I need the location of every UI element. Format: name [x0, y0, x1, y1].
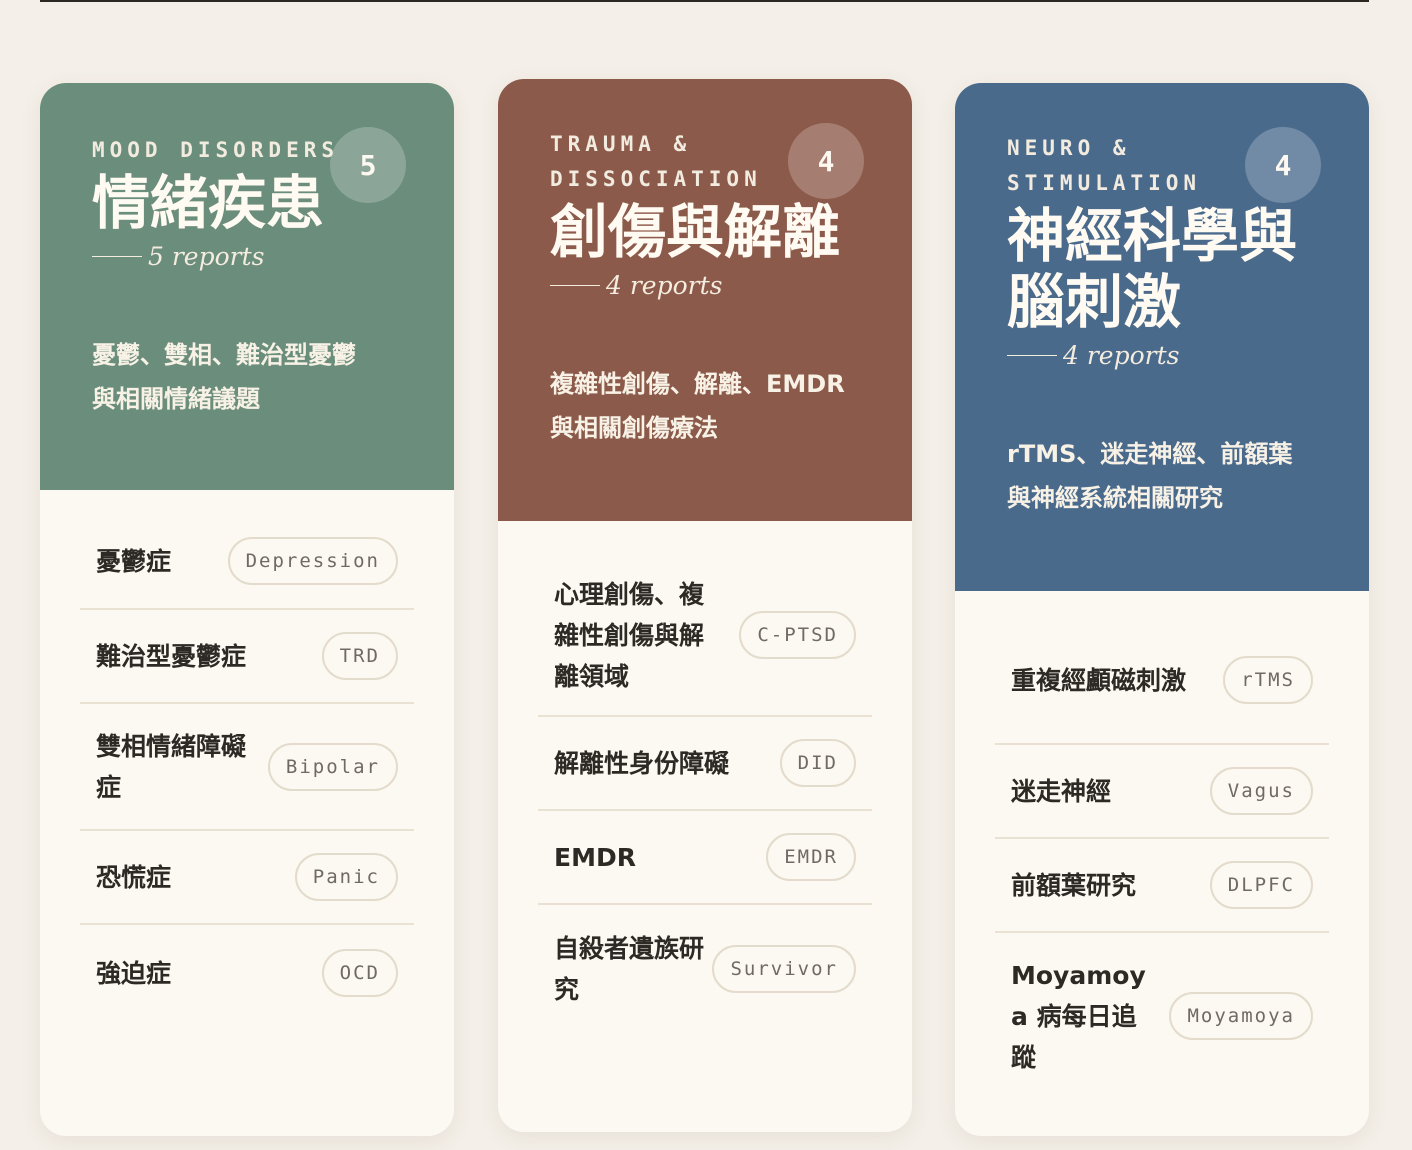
report-count-label: 4 reports — [550, 271, 860, 300]
topic-item-ocd[interactable]: 強迫症 OCD — [80, 925, 414, 1021]
topic-label: 解離性身份障礙 — [554, 748, 730, 778]
topic-label: 重複經顱磁刺激 — [1011, 665, 1187, 695]
topic-item-moyamoya[interactable]: Moyamoya 病每日追蹤 Moyamoya — [995, 933, 1329, 1099]
topic-item-vagus[interactable]: 迷走神經 Vagus — [995, 745, 1329, 839]
category-card-mood[interactable]: MOOD DISORDERS 5 情緒疾患 5 reports 憂鬱、雙相、難治… — [40, 83, 454, 1136]
topic-item-bipolar[interactable]: 雙相情緒障礙症 Bipolar — [80, 704, 414, 831]
card-description: 憂鬱、雙相、難治型憂鬱 與相關情緒議題 — [92, 341, 356, 413]
topic-tag[interactable]: Bipolar — [267, 742, 398, 791]
report-count-badge: 4 — [1245, 127, 1321, 203]
topic-item-panic[interactable]: 恐慌症 Panic — [80, 831, 414, 925]
topic-label: 自殺者遺族研究 — [554, 934, 705, 1004]
topic-tag[interactable]: DLPFC — [1209, 861, 1313, 909]
topic-item-rtms[interactable]: 重複經顱磁刺激 rTMS — [995, 617, 1329, 745]
topic-tag[interactable]: TRD — [321, 632, 398, 680]
topic-item-did[interactable]: 解離性身份障礙 DID — [538, 717, 872, 811]
topic-list: 憂鬱症 Depression 難治型憂鬱症 TRD 雙相情緒障礙症 Bipola… — [40, 490, 454, 1021]
topic-label: 雙相情緒障礙症 — [96, 731, 247, 802]
card-title: 創傷與解離 — [550, 198, 841, 266]
topic-item-depression[interactable]: 憂鬱症 Depression — [80, 514, 414, 610]
topic-item-cptsd[interactable]: 心理創傷、複雜性創傷與解離領域 C-PTSD — [538, 555, 872, 717]
topic-tag[interactable]: DID — [779, 739, 856, 787]
topic-list: 重複經顱磁刺激 rTMS 迷走神經 Vagus 前額葉研究 DLPFC Moya… — [955, 591, 1369, 1099]
topic-label: 迷走神經 — [1011, 776, 1112, 806]
topic-list: 心理創傷、複雜性創傷與解離領域 C-PTSD 解離性身份障礙 DID EMDR … — [498, 521, 912, 1033]
dash-line — [92, 255, 142, 258]
topic-tag[interactable]: Vagus — [1209, 767, 1313, 815]
card-header: MOOD DISORDERS 5 情緒疾患 5 reports 憂鬱、雙相、難治… — [40, 83, 454, 490]
card-description: rTMS、迷走神經、前額葉 與神經系統相關研究 — [1007, 440, 1293, 512]
topic-tag[interactable]: Depression — [227, 537, 398, 585]
topic-label: 難治型憂鬱症 — [96, 641, 247, 671]
topic-tag[interactable]: Panic — [294, 853, 398, 901]
topic-label: 心理創傷、複雜性創傷與解離領域 — [554, 579, 705, 691]
top-divider — [40, 0, 1369, 2]
topic-tag[interactable]: OCD — [321, 949, 398, 997]
report-count-badge: 5 — [330, 127, 406, 203]
card-title: 神經科學與腦刺激 — [1007, 202, 1298, 336]
topic-label: 恐慌症 — [96, 862, 172, 892]
topic-label: Moyamoya 病每日追蹤 — [1011, 960, 1146, 1072]
dash-line — [1007, 354, 1057, 357]
topic-tag[interactable]: C-PTSD — [739, 611, 856, 659]
topic-label: 強迫症 — [96, 958, 172, 988]
topic-tag[interactable]: Survivor — [712, 945, 856, 993]
card-eyebrow: NEURO & STIMULATION — [1007, 136, 1202, 195]
card-header: NEURO & STIMULATION 4 神經科學與腦刺激 4 reports… — [955, 83, 1369, 591]
topic-label: EMDR — [554, 842, 636, 872]
card-description: 複雜性創傷、解離、EMDR 與相關創傷療法 — [550, 370, 845, 442]
topic-tag[interactable]: EMDR — [766, 833, 856, 881]
topic-item-trd[interactable]: 難治型憂鬱症 TRD — [80, 610, 414, 704]
report-count-label: 4 reports — [1007, 341, 1317, 370]
topic-item-survivor[interactable]: 自殺者遺族研究 Survivor — [538, 905, 872, 1033]
card-eyebrow: TRAUMA & DISSOCIATION — [550, 132, 762, 191]
report-count-label: 5 reports — [92, 242, 402, 271]
topic-item-dlpfc[interactable]: 前額葉研究 DLPFC — [995, 839, 1329, 933]
card-eyebrow: MOOD DISORDERS — [92, 138, 340, 162]
category-card-trauma[interactable]: TRAUMA & DISSOCIATION 4 創傷與解離 4 reports … — [498, 79, 912, 1132]
topic-tag[interactable]: rTMS — [1223, 656, 1313, 704]
report-count-badge: 4 — [788, 123, 864, 199]
category-card-neuro[interactable]: NEURO & STIMULATION 4 神經科學與腦刺激 4 reports… — [955, 83, 1369, 1136]
topic-label: 前額葉研究 — [1011, 870, 1137, 900]
topic-item-emdr[interactable]: EMDR EMDR — [538, 811, 872, 905]
card-header: TRAUMA & DISSOCIATION 4 創傷與解離 4 reports … — [498, 79, 912, 521]
dash-line — [550, 284, 600, 287]
topic-tag[interactable]: Moyamoya — [1169, 992, 1313, 1040]
topic-label: 憂鬱症 — [96, 546, 172, 576]
